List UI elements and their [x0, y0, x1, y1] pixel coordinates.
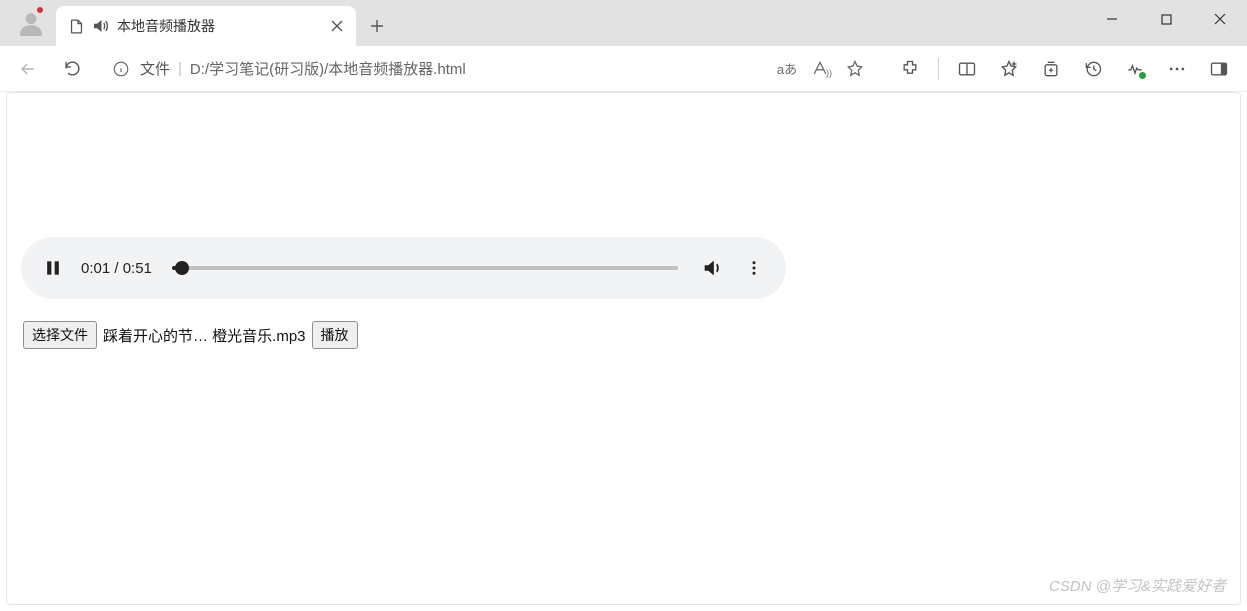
time-display: 0:01 / 0:51 [81, 260, 152, 277]
choose-file-button[interactable]: 选择文件 [23, 321, 97, 349]
tab-close-button[interactable] [328, 17, 346, 35]
back-button[interactable] [8, 49, 48, 89]
history-button[interactable] [1073, 49, 1113, 89]
separator [938, 58, 939, 80]
read-aloud-icon[interactable]: )) [810, 58, 832, 80]
sound-icon [91, 17, 109, 35]
collections-button[interactable] [1031, 49, 1071, 89]
watermark-text: CSDN @学习&实践爱好者 [1049, 575, 1226, 596]
info-icon[interactable] [110, 58, 132, 80]
browser-toolbar: 文件 | D:/学习笔记(研习版)/本地音频播放器.html aあ )) [0, 46, 1247, 92]
close-window-button[interactable] [1193, 0, 1247, 38]
new-tab-button[interactable] [360, 9, 394, 43]
toolbar-right [890, 49, 1239, 89]
address-bar[interactable]: 文件 | D:/学习笔记(研习版)/本地音频播放器.html aあ )) [102, 52, 880, 86]
title-bar: 本地音频播放器 [0, 0, 1247, 46]
audio-player: 0:01 / 0:51 [21, 237, 786, 299]
favorite-icon[interactable] [844, 58, 866, 80]
file-icon [68, 18, 85, 35]
selected-file-name: 踩着开心的节… 橙光音乐.mp3 [103, 325, 306, 346]
audio-menu-button[interactable] [740, 254, 768, 282]
maximize-button[interactable] [1139, 0, 1193, 38]
play-button[interactable]: 播放 [312, 321, 358, 349]
performance-button[interactable] [1115, 49, 1155, 89]
sidebar-toggle-button[interactable] [1199, 49, 1239, 89]
pause-button[interactable] [39, 254, 67, 282]
reload-button[interactable] [52, 49, 92, 89]
tab-title: 本地音频播放器 [117, 16, 320, 36]
page-viewport: 0:01 / 0:51 选择文件 踩着开心的节… 橙光音乐.mp3 播放 CSD… [6, 92, 1241, 605]
volume-button[interactable] [698, 254, 726, 282]
translate-icon[interactable]: aあ [776, 58, 798, 80]
window-controls [1085, 0, 1247, 38]
split-screen-button[interactable] [947, 49, 987, 89]
extensions-button[interactable] [890, 49, 930, 89]
profile-button[interactable] [12, 4, 50, 42]
favorites-button[interactable] [989, 49, 1029, 89]
browser-tab[interactable]: 本地音频播放器 [56, 6, 356, 46]
address-path: D:/学习笔记(研习版)/本地音频播放器.html [190, 58, 768, 79]
seekbar[interactable] [172, 266, 678, 270]
file-controls-row: 选择文件 踩着开心的节… 橙光音乐.mp3 播放 [23, 321, 1232, 349]
notification-dot-icon [36, 6, 44, 14]
more-button[interactable] [1157, 49, 1197, 89]
seekbar-thumb[interactable] [175, 261, 189, 275]
browser-chrome: 本地音频播放器 [0, 0, 1247, 92]
minimize-button[interactable] [1085, 0, 1139, 38]
separator: | [178, 60, 182, 77]
address-scheme-label: 文件 [140, 58, 170, 79]
